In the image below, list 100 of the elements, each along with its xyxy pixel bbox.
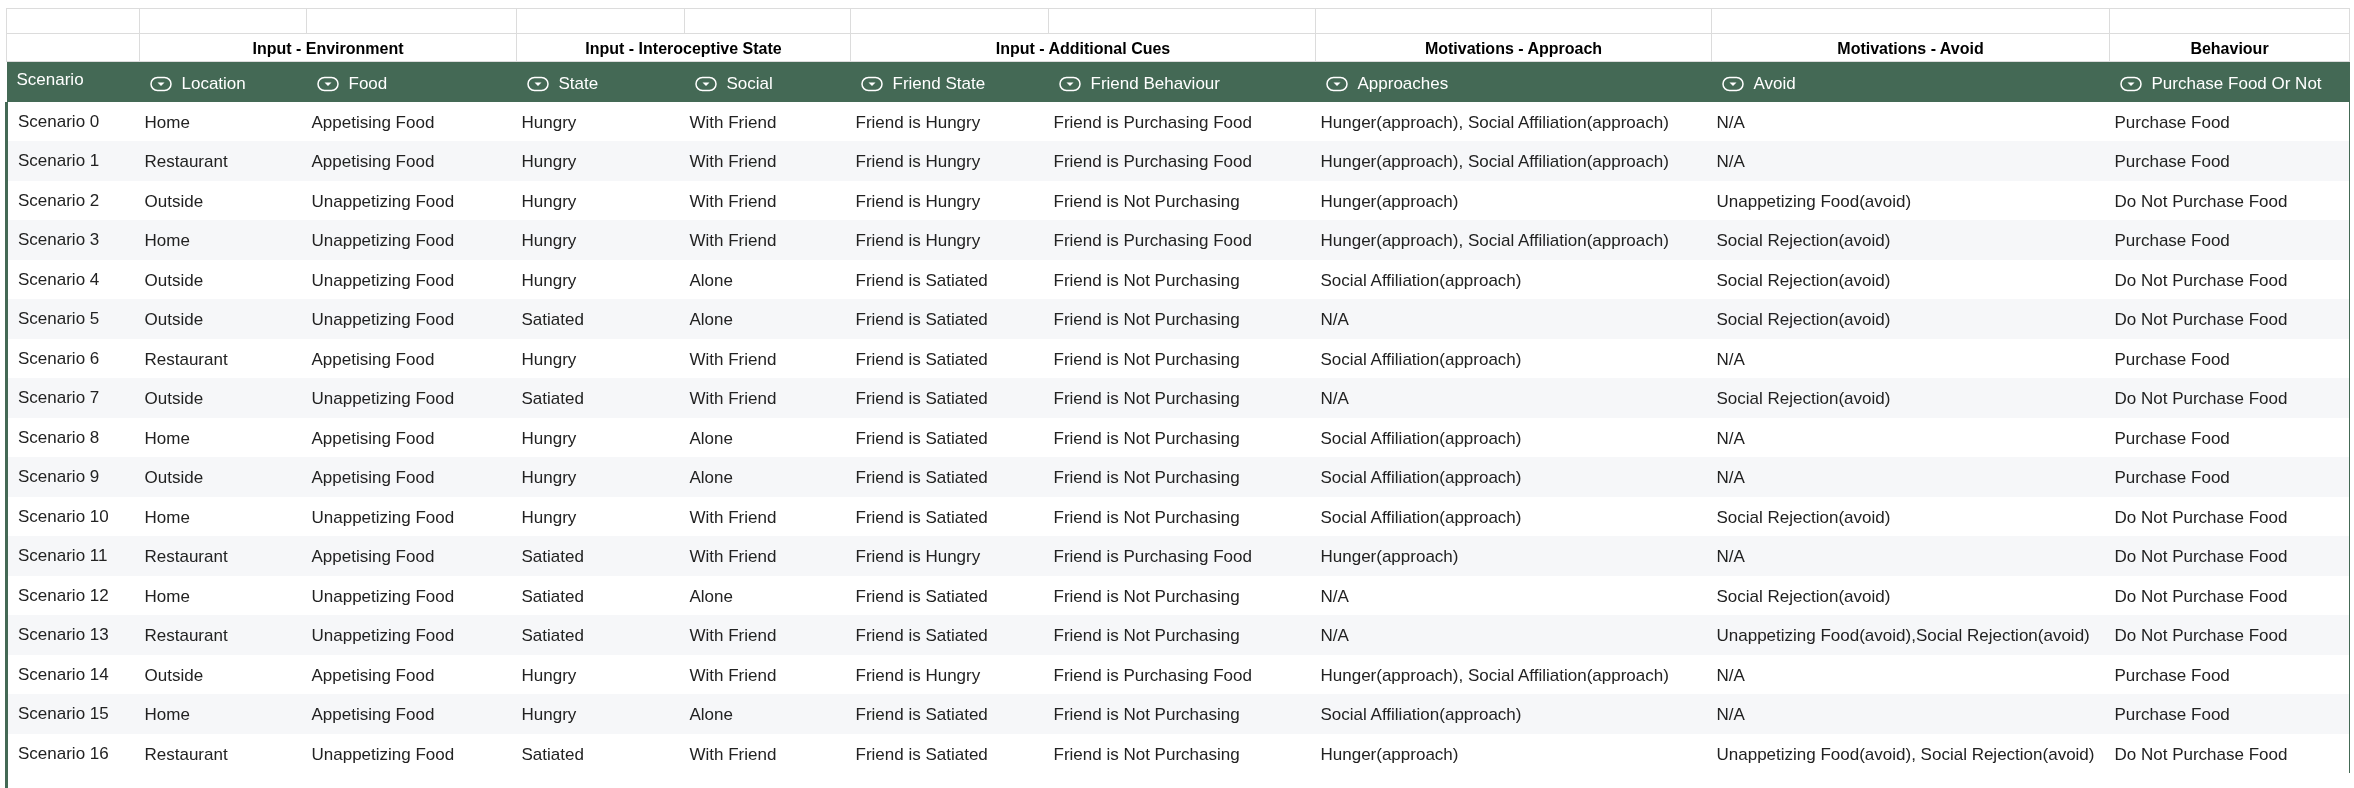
table-cell: Hungry [521, 152, 577, 171]
table-cell: Friend is Hungry [855, 547, 981, 566]
filter-icon[interactable] [149, 75, 172, 92]
table-cell: Friend is Not Purchasing [1053, 349, 1240, 369]
table-cell: Social Rejection(avoid) [1716, 389, 1891, 408]
table-cell: Alone [689, 586, 733, 606]
table-cell: Friend is Hungry [855, 112, 981, 132]
table-cell: Friend is Satiated [855, 586, 988, 606]
table-cell: Social Rejection(avoid) [1716, 231, 1891, 250]
filter-icon[interactable] [860, 75, 883, 92]
table-cell: N/A [1716, 547, 1745, 566]
table-cell: Do Not Purchase Food [2114, 270, 2288, 290]
table-cell: Hunger(approach), Social Affiliation(approach) [1320, 665, 1669, 685]
row-header: Scenario 7 [18, 388, 100, 407]
column-header: Social [726, 73, 773, 95]
table-cell: Alone [689, 428, 733, 448]
table-cell: Hunger(approach), Social Affiliation(approach) [1320, 231, 1669, 250]
table-cell: Outside [144, 389, 204, 408]
filter-icon[interactable] [526, 75, 549, 92]
table-cell: Friend is Not Purchasing [1053, 310, 1240, 329]
row-header: Scenario 0 [18, 111, 100, 131]
table-cell: Friend is Satiated [855, 507, 988, 527]
table-cell: Hunger(approach) [1320, 744, 1459, 764]
table-cell: Friend is Hungry [855, 665, 981, 685]
table-cell: Friend is Satiated [855, 428, 988, 448]
table-cell: Social Affiliation(approach) [1320, 428, 1522, 448]
table-cell: Friend is Purchasing Food [1053, 112, 1252, 132]
table-cell: With Friend [689, 231, 777, 250]
table-cell: With Friend [689, 389, 777, 408]
table-cell: N/A [1320, 626, 1349, 645]
table-cell: N/A [1320, 389, 1349, 408]
table-cell: Friend is Not Purchasing [1053, 586, 1240, 606]
row-header: Scenario 15 [18, 704, 109, 723]
table-cell: Friend is Satiated [855, 389, 988, 408]
filter-icon[interactable] [1058, 75, 1081, 92]
table-cell: Do Not Purchase Food [2114, 626, 2288, 645]
table-cell: Friend is Not Purchasing [1053, 389, 1240, 408]
table-cell: Social Affiliation(approach) [1320, 507, 1522, 527]
table-cell: Outside [144, 665, 204, 685]
table-cell: Friend is Purchasing Food [1053, 152, 1252, 171]
table-cell: Unappetizing Food(avoid),Social Rejection(avoid) [1716, 626, 2090, 645]
group-header: Input - Interoceptive State [585, 40, 782, 57]
table-cell: With Friend [689, 547, 777, 566]
table-cell: With Friend [689, 191, 777, 211]
table-cell: Hunger(approach), Social Affiliation(approach) [1320, 152, 1669, 171]
table-cell: Restaurant [144, 547, 228, 566]
table-cell: Unappetizing Food [311, 389, 455, 408]
column-header: State [558, 73, 599, 95]
table-cell: Home [144, 112, 190, 132]
table-cell: Friend is Satiated [855, 744, 988, 764]
filter-icon[interactable] [1721, 75, 1744, 92]
table-cell: Hungry [521, 468, 577, 487]
table-cell: Friend is Satiated [855, 705, 988, 724]
column-header: Purchase Food Or Not [2151, 73, 2322, 95]
table-cell: Outside [144, 270, 204, 290]
row-header: Scenario 5 [18, 309, 100, 328]
table-cell: Hungry [521, 507, 577, 527]
table-cell: Friend is Not Purchasing [1053, 191, 1240, 211]
table-cell: Unappetizing Food [311, 586, 455, 606]
group-header: Motivations - Avoid [1837, 40, 1984, 57]
table-cell: N/A [1716, 152, 1745, 171]
filter-icon[interactable] [1325, 75, 1348, 92]
table-cell: Restaurant [144, 626, 228, 645]
table-cell: N/A [1716, 468, 1745, 487]
table-cell: Purchase Food [2114, 665, 2230, 685]
table-cell: N/A [1716, 705, 1745, 724]
table-cell: Social Affiliation(approach) [1320, 468, 1522, 487]
table-cell: Friend is Not Purchasing [1053, 705, 1240, 724]
filter-icon[interactable] [316, 75, 339, 92]
table-cell: Friend is Purchasing Food [1053, 547, 1252, 566]
table-cell: Friend is Satiated [855, 310, 988, 329]
table-cell: Friend is Hungry [855, 231, 981, 250]
table-cell: N/A [1716, 349, 1745, 369]
table-cell: Do Not Purchase Food [2114, 507, 2288, 527]
table-cell: Home [144, 231, 190, 250]
filter-icon[interactable] [694, 75, 717, 92]
table-cell: Friend is Not Purchasing [1053, 744, 1240, 764]
filter-icon[interactable] [2119, 75, 2142, 92]
table-cell: Purchase Food [2114, 428, 2230, 448]
table-cell: With Friend [689, 507, 777, 527]
table-cell: Friend is Hungry [855, 152, 981, 171]
table-cell: Home [144, 428, 190, 448]
table-cell: Friend is Not Purchasing [1053, 270, 1240, 290]
table-cell: Purchase Food [2114, 349, 2230, 369]
table-cell: Hunger(approach) [1320, 191, 1459, 211]
column-header: Location [181, 73, 246, 95]
group-header: Input - Additional Cues [995, 40, 1171, 57]
table-cell: Outside [144, 191, 204, 211]
table-cell: Alone [689, 270, 733, 290]
table-cell: Appetising Food [311, 705, 435, 724]
table-cell: Social Rejection(avoid) [1716, 270, 1891, 290]
row-header: Scenario 12 [18, 585, 109, 605]
table-cell: Purchase Food [2114, 152, 2230, 171]
table-cell: Restaurant [144, 349, 228, 369]
table-cell: Hungry [521, 231, 577, 250]
table-cell: Hunger(approach), Social Affiliation(approach) [1320, 112, 1669, 132]
table-cell: Hungry [521, 665, 577, 685]
table-cell: Purchase Food [2114, 705, 2230, 724]
table-cell: Home [144, 507, 190, 527]
table-cell: Outside [144, 468, 204, 487]
